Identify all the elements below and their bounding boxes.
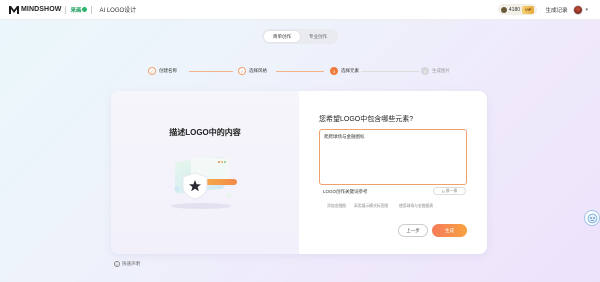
generate-button[interactable]: 生成 [432,224,467,237]
partner-logo: 来画 [70,6,88,14]
step-label: 创建名称 [159,68,177,73]
left-panel: 描述LOGO中的内容 [111,91,299,254]
header-actions: 4180 VIP 生成记录 ▾ [497,4,588,15]
step-connector [276,71,324,72]
chevron-down-icon[interactable]: ▾ [585,7,588,13]
step-connector [189,71,233,72]
mindshow-logo-icon [9,6,19,14]
help-label: 快速声明 [122,261,140,266]
brand-name: MINDSHOW [21,6,62,13]
top-header: MINDSHOW 来画 AI LOGO设计 4180 VIP 生成记录 ▾ [0,0,600,20]
mode-toggle: 简单创作 专业创作 [262,29,338,44]
keyword-tag[interactable]: 采用展示模式标签图 [354,204,388,209]
partner-name: 来画 [70,7,82,14]
refresh-label: 换一换 [445,188,458,193]
right-panel: 您希望LOGO中包含哪些元素? 爬爬球场与金融图标 LOGO创作关键词参考 ↻ … [299,91,487,254]
step-3: 3 选择元素 [330,67,359,75]
robot-icon [587,213,597,223]
prev-step-button[interactable]: 上一步 [398,224,428,237]
step-check-icon: ✓ [238,67,246,75]
refresh-icon: ↻ [441,189,445,194]
left-panel-title: 描述LOGO中的内容 [169,128,241,137]
step-connector [361,71,419,72]
credits-value: 4180 [508,6,521,13]
step-label: 生成图片 [432,68,450,73]
keyword-tag[interactable]: 添加金融图 [327,204,346,209]
mode-simple-button[interactable]: 简单创作 [264,31,300,42]
app-title: AI LOGO设计 [99,8,137,14]
help-link[interactable]: i 快速声明 [114,261,140,267]
step-number: 3 [330,67,338,75]
step-label: 选择元素 [341,68,359,73]
refresh-keywords-button[interactable]: ↻ 换一换 [433,187,466,195]
avatar[interactable] [573,4,584,15]
step-label: 选择风格 [249,68,267,73]
step-2: ✓ 选择风格 [238,67,267,75]
credits-badge[interactable]: 4180 VIP [497,4,538,15]
vip-badge[interactable]: VIP [522,5,535,14]
info-icon: i [114,261,120,267]
step-4: 4 生成图片 [421,67,450,75]
logo-wizard-card: 描述LOGO中的内容 您希望LOGO中包含哪些元素? 爬爬球场与金融图标 LOG… [111,91,487,254]
brand-logo[interactable]: MINDSHOW 来画 AI LOGO设计 [9,0,136,20]
step-number: 4 [421,67,429,75]
assistant-float-button[interactable] [584,210,600,226]
step-check-icon: ✓ [148,67,156,75]
progress-steps: ✓ 创建名称 ✓ 选择风格 3 选择元素 4 生成图片 [145,67,455,77]
brand-divider [65,5,67,14]
elements-textarea[interactable]: 爬爬球场与金融图标 [319,129,467,185]
title-divider [91,5,93,14]
partner-dot-icon [82,7,88,12]
keyword-tag[interactable]: 使用球场与金融图表 [399,204,433,209]
history-link[interactable]: 生成记录 [545,6,567,14]
star-shield-illustration-icon [171,156,237,209]
coin-icon [500,6,507,13]
step-1: ✓ 创建名称 [148,67,177,75]
mode-pro-button[interactable]: 专业创作 [300,31,336,42]
element-question: 您希望LOGO中包含哪些元素? [319,116,414,123]
keywords-title: LOGO创作关键词参考 [323,189,368,194]
